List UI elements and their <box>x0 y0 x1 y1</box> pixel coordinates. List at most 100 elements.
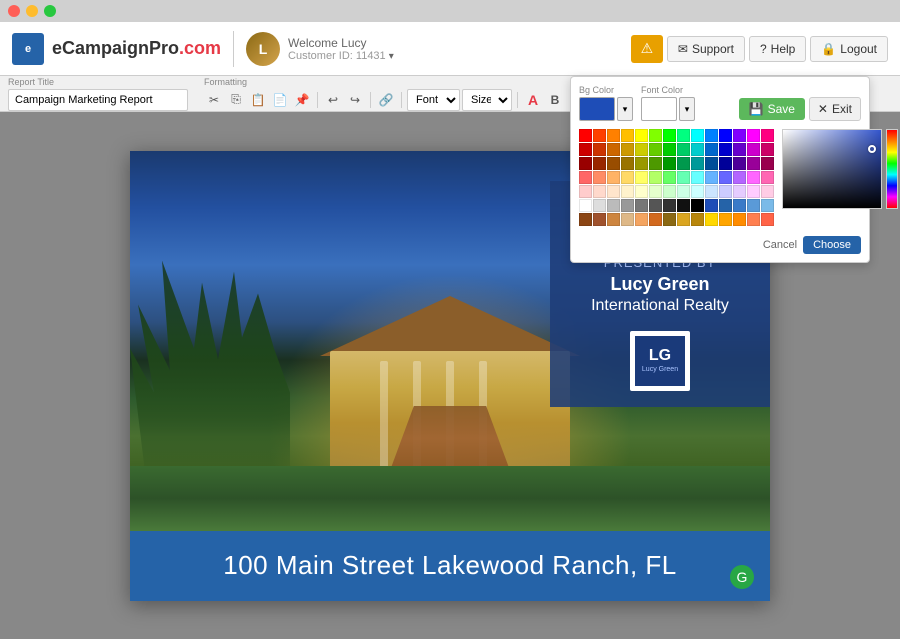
color-cell-6-8[interactable] <box>691 213 704 226</box>
color-cell-5-5[interactable] <box>649 199 662 212</box>
maximize-button[interactable] <box>44 5 56 17</box>
color-cell-0-3[interactable] <box>621 129 634 142</box>
color-cell-0-11[interactable] <box>733 129 746 142</box>
exit-button[interactable]: ✕ Exit <box>809 97 861 121</box>
paste-icon[interactable]: 📋 <box>248 90 268 110</box>
color-cell-3-2[interactable] <box>607 171 620 184</box>
color-cell-6-2[interactable] <box>607 213 620 226</box>
color-cell-5-0[interactable] <box>579 199 592 212</box>
gradient-cursor[interactable] <box>868 145 876 153</box>
color-cell-1-7[interactable] <box>677 143 690 156</box>
color-cell-0-2[interactable] <box>607 129 620 142</box>
color-cell-4-5[interactable] <box>649 185 662 198</box>
cut-icon[interactable]: ✂ <box>204 90 224 110</box>
color-cell-0-5[interactable] <box>649 129 662 142</box>
color-cell-2-1[interactable] <box>593 157 606 170</box>
close-button[interactable] <box>8 5 20 17</box>
color-cell-3-5[interactable] <box>649 171 662 184</box>
color-cell-2-7[interactable] <box>677 157 690 170</box>
color-cell-2-13[interactable] <box>761 157 774 170</box>
color-cell-0-7[interactable] <box>677 129 690 142</box>
bg-color-swatch[interactable] <box>579 97 615 121</box>
color-cell-4-6[interactable] <box>663 185 676 198</box>
copy-icon[interactable]: ⎘ <box>226 90 246 110</box>
color-cell-4-9[interactable] <box>705 185 718 198</box>
clipboard-icon[interactable]: 📌 <box>292 90 312 110</box>
color-cell-3-9[interactable] <box>705 171 718 184</box>
color-cell-1-3[interactable] <box>621 143 634 156</box>
color-cell-3-6[interactable] <box>663 171 676 184</box>
font-color-a-icon[interactable]: A <box>523 90 543 110</box>
color-cell-5-11[interactable] <box>733 199 746 212</box>
color-cell-6-1[interactable] <box>593 213 606 226</box>
color-cell-4-12[interactable] <box>747 185 760 198</box>
color-cell-1-10[interactable] <box>719 143 732 156</box>
color-cell-2-9[interactable] <box>705 157 718 170</box>
save-button[interactable]: 💾 Save <box>739 98 805 120</box>
color-cell-3-1[interactable] <box>593 171 606 184</box>
color-cell-1-5[interactable] <box>649 143 662 156</box>
color-cell-1-2[interactable] <box>607 143 620 156</box>
color-cell-1-6[interactable] <box>663 143 676 156</box>
color-cell-0-0[interactable] <box>579 129 592 142</box>
choose-button[interactable]: Choose <box>803 236 861 254</box>
color-cell-0-6[interactable] <box>663 129 676 142</box>
color-cell-1-9[interactable] <box>705 143 718 156</box>
color-gradient[interactable] <box>782 129 882 209</box>
color-cell-4-3[interactable] <box>621 185 634 198</box>
hue-slider[interactable] <box>886 129 898 209</box>
color-cell-6-10[interactable] <box>719 213 732 226</box>
color-cell-2-5[interactable] <box>649 157 662 170</box>
color-cell-4-7[interactable] <box>677 185 690 198</box>
color-cell-1-4[interactable] <box>635 143 648 156</box>
color-cell-4-1[interactable] <box>593 185 606 198</box>
color-cell-6-11[interactable] <box>733 213 746 226</box>
color-cell-2-2[interactable] <box>607 157 620 170</box>
color-cell-6-4[interactable] <box>635 213 648 226</box>
logout-button[interactable]: 🔒 Logout <box>810 36 888 62</box>
bold-icon[interactable]: B <box>545 90 565 110</box>
customer-dropdown[interactable]: ▾ <box>389 51 394 62</box>
color-cell-5-13[interactable] <box>761 199 774 212</box>
alert-button[interactable]: ⚠ <box>631 35 663 63</box>
color-cell-6-5[interactable] <box>649 213 662 226</box>
color-cell-0-12[interactable] <box>747 129 760 142</box>
cancel-button[interactable]: Cancel <box>763 236 797 254</box>
color-cell-5-9[interactable] <box>705 199 718 212</box>
color-cell-3-3[interactable] <box>621 171 634 184</box>
bg-color-dropdown[interactable]: ▾ <box>617 97 633 121</box>
color-cell-4-8[interactable] <box>691 185 704 198</box>
color-cell-5-6[interactable] <box>663 199 676 212</box>
color-cell-2-4[interactable] <box>635 157 648 170</box>
color-cell-3-13[interactable] <box>761 171 774 184</box>
color-cell-4-13[interactable] <box>761 185 774 198</box>
color-cell-2-3[interactable] <box>621 157 634 170</box>
color-cell-5-7[interactable] <box>677 199 690 212</box>
color-cell-5-10[interactable] <box>719 199 732 212</box>
color-cell-4-2[interactable] <box>607 185 620 198</box>
font-color-dropdown[interactable]: ▾ <box>679 97 695 121</box>
color-cell-2-0[interactable] <box>579 157 592 170</box>
color-cell-1-8[interactable] <box>691 143 704 156</box>
color-cell-0-1[interactable] <box>593 129 606 142</box>
minimize-button[interactable] <box>26 5 38 17</box>
link-icon[interactable]: 🔗 <box>376 90 396 110</box>
color-cell-6-9[interactable] <box>705 213 718 226</box>
color-cell-4-10[interactable] <box>719 185 732 198</box>
color-cell-0-9[interactable] <box>705 129 718 142</box>
color-cell-5-1[interactable] <box>593 199 606 212</box>
color-cell-6-12[interactable] <box>747 213 760 226</box>
redo-icon[interactable]: ↪ <box>345 90 365 110</box>
color-cell-3-12[interactable] <box>747 171 760 184</box>
color-cell-6-0[interactable] <box>579 213 592 226</box>
color-cell-5-12[interactable] <box>747 199 760 212</box>
color-cell-3-7[interactable] <box>677 171 690 184</box>
color-cell-6-6[interactable] <box>663 213 676 226</box>
color-cell-2-12[interactable] <box>747 157 760 170</box>
color-cell-1-13[interactable] <box>761 143 774 156</box>
color-cell-4-0[interactable] <box>579 185 592 198</box>
size-select[interactable]: Size <box>462 89 512 111</box>
color-cell-1-0[interactable] <box>579 143 592 156</box>
font-color-swatch[interactable] <box>641 97 677 121</box>
color-cell-3-8[interactable] <box>691 171 704 184</box>
